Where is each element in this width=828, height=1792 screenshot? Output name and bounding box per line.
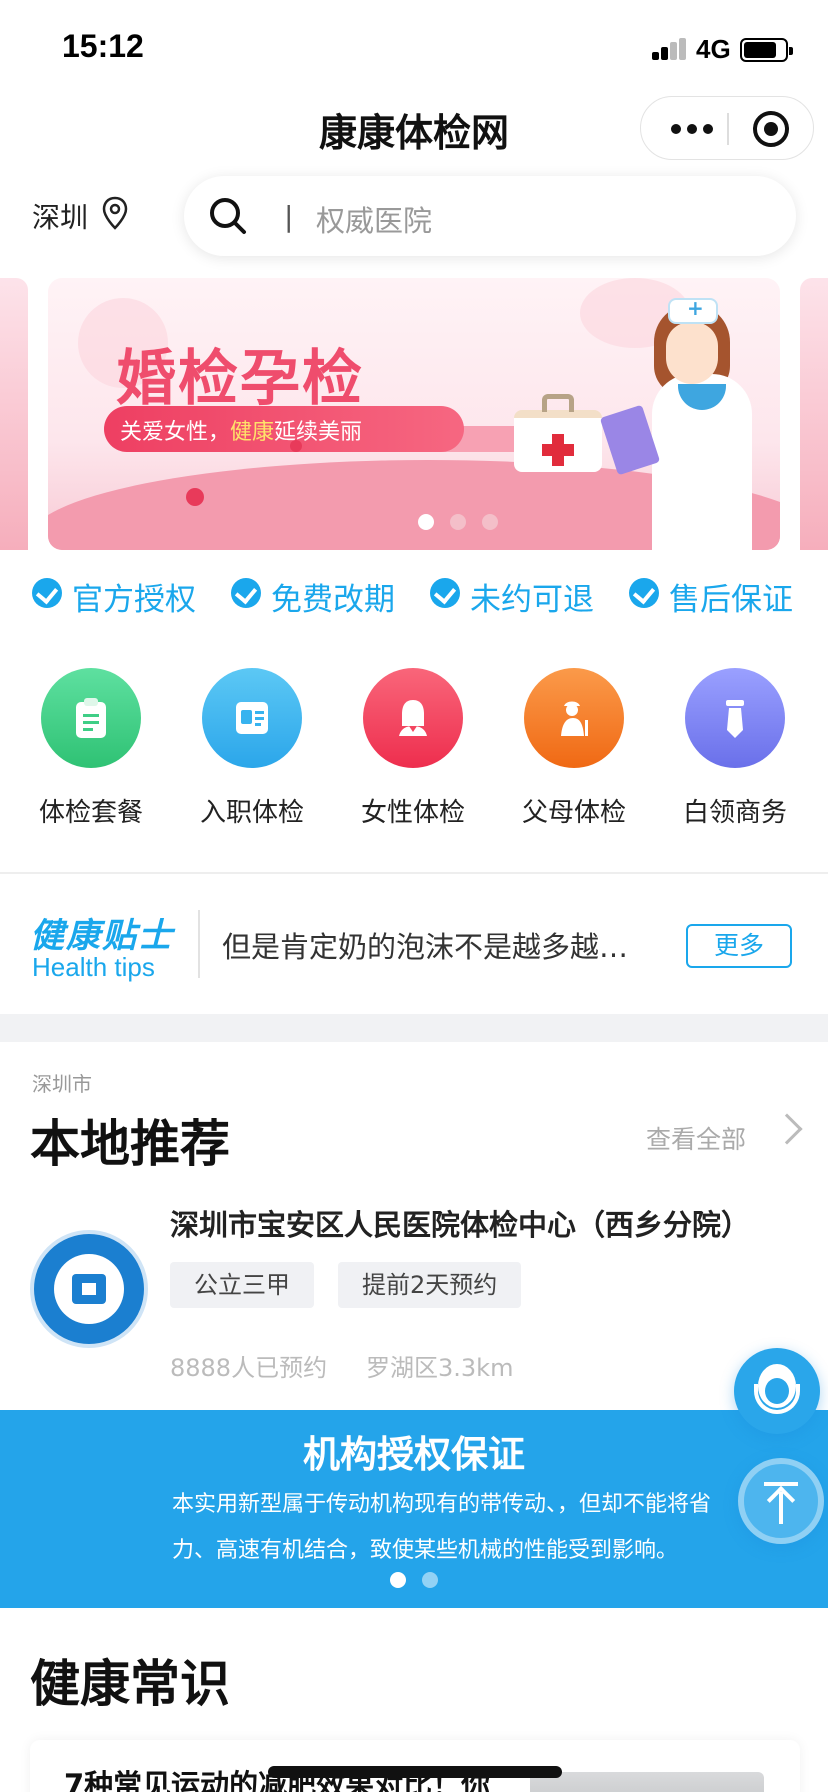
hospital-tag: 公立三甲 [170, 1262, 314, 1308]
health-tips-logo: 健康贴士 [30, 916, 174, 956]
banner-slide[interactable]: 婚检孕检 关爱女性，健康延续美丽 [48, 278, 780, 550]
tie-icon [685, 668, 785, 768]
check-icon [32, 578, 62, 608]
category-label: 入职体检 [199, 798, 304, 828]
health-tip-text[interactable]: 但是肯定奶的泡沫不是越多越… [222, 924, 628, 966]
search-cursor: | [284, 200, 294, 233]
signal-icon [652, 38, 688, 60]
back-to-top-button[interactable] [738, 1458, 824, 1544]
guarantee-label: 免费改期 [271, 582, 395, 618]
guarantee-banner-text: 力、高速有机结合，致使某些机械的性能受到影响。 [172, 1538, 679, 1563]
category-women-checkup[interactable]: 女性体检 [348, 668, 478, 829]
close-target-icon[interactable] [753, 111, 789, 147]
hospital-name[interactable]: 深圳市宝安区人民医院体检中心（西乡分院） [170, 1202, 750, 1244]
chevron-right-icon[interactable] [771, 1113, 803, 1145]
divider [0, 872, 828, 874]
category-checkup-package[interactable]: 体检套餐 [26, 668, 156, 829]
banner-title: 婚检孕检 [116, 344, 364, 414]
section-title-local: 本地推荐 [30, 1115, 230, 1173]
category-label: 体检套餐 [38, 798, 143, 828]
search-placeholder: 权威医院 [316, 204, 433, 238]
check-icon [231, 578, 261, 608]
more-button[interactable]: 更多 [686, 924, 792, 968]
check-icon [629, 578, 659, 608]
customer-service-button[interactable] [734, 1348, 820, 1434]
miniprogram-capsule [640, 96, 814, 160]
clipboard-icon [41, 668, 141, 768]
category-label: 父母体检 [521, 798, 626, 828]
hospital-tag: 提前2天预约 [338, 1262, 522, 1308]
guarantee-banner-text: 本实用新型属于传动机构现有的带传动、，但却不能将省 [172, 1492, 712, 1517]
network-type: 4G [696, 34, 731, 64]
guarantee-label: 售后保证 [669, 582, 793, 618]
section-city: 深圳市 [32, 1072, 92, 1096]
banner-subtitle-highlight: 健康 [230, 420, 275, 445]
banner-subtitle: 关爱女性，健康延续美丽 [104, 406, 464, 452]
guarantee-list: 官方授权 免费改期 未约可退 售后保证 [0, 574, 828, 618]
guarantee-label: 官方授权 [72, 582, 196, 618]
banner-prev-peek [0, 278, 28, 550]
status-bar: 15:12 4G [0, 0, 828, 96]
more-icon[interactable] [665, 113, 719, 143]
hospital-bookings: 8888人已预约 [170, 1354, 328, 1382]
battery-icon [740, 38, 793, 62]
section-title-knowledge: 健康常识 [30, 1655, 230, 1713]
check-icon [430, 578, 460, 608]
woman-icon [363, 668, 463, 768]
elder-icon [524, 668, 624, 768]
city-selector[interactable]: 深圳 [32, 196, 88, 236]
banner-next-peek [800, 278, 828, 550]
medical-kit-illustration [514, 394, 602, 472]
view-all-link[interactable]: 查看全部 [646, 1120, 746, 1156]
guarantee-banner-title: 机构授权保证 [303, 1433, 525, 1476]
guarantee-label: 未约可退 [470, 582, 594, 618]
banner-subtitle-post: 延续美丽 [274, 420, 363, 445]
category-label: 白领商务 [682, 798, 787, 828]
home-indicator [268, 1766, 562, 1778]
category-employment-checkup[interactable]: 入职体检 [187, 668, 317, 829]
banner-subtitle-pre: 关爱女性， [120, 420, 231, 445]
location-pin-icon[interactable] [102, 196, 128, 230]
category-label: 女性体检 [360, 798, 465, 828]
category-business-checkup[interactable]: 白领商务 [670, 668, 800, 829]
health-tips-logo-en: Health tips [32, 952, 155, 982]
id-card-icon [202, 668, 302, 768]
status-time: 15:12 [62, 28, 144, 64]
section-divider [0, 1014, 828, 1042]
hospital-logo[interactable] [30, 1230, 148, 1348]
article-thumbnail[interactable] [530, 1772, 764, 1792]
category-grid: 体检套餐 入职体检 女性体检 父母体检 白领商务 [0, 668, 828, 828]
banner-carousel[interactable]: 婚检孕检 关爱女性，健康延续美丽 [0, 278, 828, 550]
hospital-distance: 罗湖区3.3km [366, 1354, 514, 1382]
search-icon [210, 198, 246, 234]
search-input[interactable]: | 权威医院 [184, 176, 796, 256]
category-parents-checkup[interactable]: 父母体检 [509, 668, 639, 829]
